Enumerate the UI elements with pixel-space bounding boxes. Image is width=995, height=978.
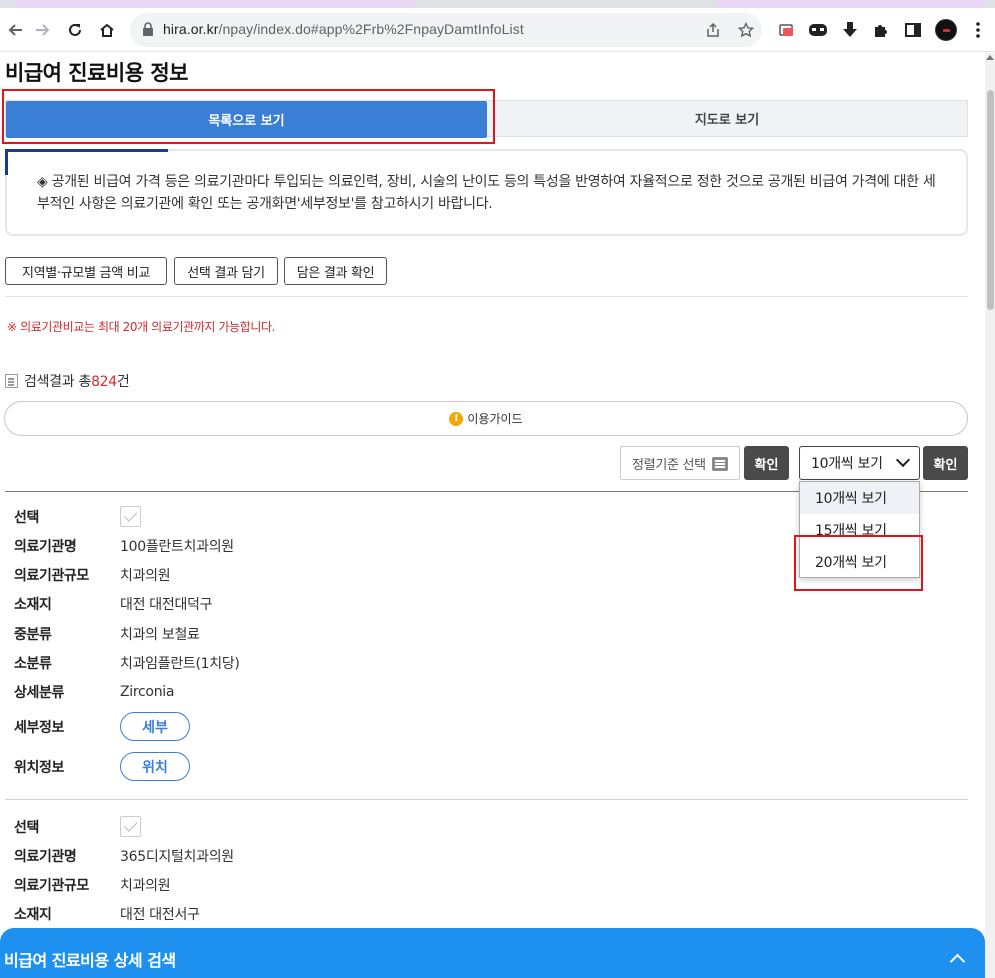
sort-placeholder: 정렬기준 선택: [632, 457, 706, 473]
field-label: 의료기관명: [14, 538, 77, 555]
field-label: 위치정보: [14, 759, 64, 776]
chevron-down-icon: [895, 452, 911, 468]
exclamation-icon: !: [449, 411, 464, 426]
notice-accent: [5, 149, 168, 152]
name-row: 의료기관명 365디지털치과의원: [14, 841, 234, 870]
name-row: 의료기관명 100플란트치과의원: [14, 531, 234, 560]
hospital-location: 대전 대전대덕구: [120, 596, 213, 613]
page-size-confirm-button[interactable]: 확인: [923, 446, 968, 480]
notice-accent: [5, 149, 8, 175]
add-selection-button[interactable]: 선택 결과 담기: [174, 257, 278, 285]
dropdown-option-10[interactable]: 10개씩 보기: [800, 482, 919, 514]
url-text: hira.or.kr/npay/index.do#app%2Frb%2Fnpay…: [163, 21, 524, 37]
field-label: 상세분류: [14, 684, 64, 701]
star-icon[interactable]: [736, 20, 756, 40]
mid-category-row: 중분류 치과의 보철료: [14, 619, 200, 648]
field-label: 소재지: [14, 596, 52, 613]
sub-category: 치과임플란트(1치당): [120, 655, 240, 672]
select-row: 선택: [14, 812, 141, 841]
field-label: 선택: [14, 509, 39, 526]
view-saved-button[interactable]: 담은 결과 확인: [284, 257, 387, 285]
address-bar[interactable]: hira.or.kr/npay/index.do#app%2Frb%2Fnpay…: [130, 13, 762, 47]
location-info-row: 위치정보 위치: [14, 752, 190, 781]
detail-category: Zirconia: [120, 683, 175, 700]
field-label: 의료기관규모: [14, 567, 89, 584]
kebab-menu-icon[interactable]: [968, 20, 988, 40]
hospital-name: 365디지털치과의원: [120, 848, 234, 865]
location-row: 소재지 대전 대전서구: [14, 899, 200, 928]
profile-avatar[interactable]: [935, 19, 957, 41]
page-content: 비급여 진료비용 정보 목록으로 보기 지도로 보기 ◈ 공개된 비급여 가격 …: [0, 53, 985, 978]
detail-info-row: 세부정보 세부: [14, 712, 190, 741]
forward-arrow-icon[interactable]: [30, 18, 54, 42]
hospital-location: 대전 대전서구: [120, 906, 200, 923]
field-label: 중분류: [14, 626, 52, 643]
sub-category-row: 소분류 치과임플란트(1치당): [14, 648, 240, 677]
select-row: 선택: [14, 502, 141, 531]
hospital-scale: 치과의원: [120, 567, 171, 584]
result-prefix: 검색결과 총: [24, 374, 92, 390]
compare-button[interactable]: 지역별·규모별 금액 비교: [5, 257, 167, 285]
field-label: 의료기관규모: [14, 877, 89, 894]
guide-label: 이용가이드: [467, 412, 523, 426]
hospital-name: 100플란트치과의원: [120, 538, 234, 555]
list-icon: [712, 457, 728, 471]
result-suffix: 건: [116, 374, 130, 390]
divider: [5, 799, 968, 800]
location-row: 소재지 대전 대전대덕구: [14, 589, 213, 618]
select-checkbox[interactable]: [120, 816, 141, 837]
field-label: 세부정보: [14, 719, 64, 736]
browser-tab[interactable]: [15, 0, 415, 8]
divider: [5, 296, 968, 297]
detail-search-panel[interactable]: 비급여 진료비용 상세 검색: [0, 928, 985, 978]
document-icon: [5, 374, 18, 388]
field-label: 소분류: [14, 655, 52, 672]
highlight-box: [794, 535, 923, 591]
extension-gallery-icon[interactable]: [777, 20, 797, 40]
field-label: 의료기관명: [14, 848, 77, 865]
detail-category-row: 상세분류 Zirconia: [14, 677, 174, 706]
lock-icon: [143, 22, 153, 36]
mask-extension-icon[interactable]: [808, 20, 828, 40]
usage-guide-button[interactable]: ! 이용가이드: [4, 401, 968, 436]
chevron-up-icon[interactable]: [949, 953, 966, 970]
highlight-box: [2, 89, 495, 144]
share-icon[interactable]: [703, 20, 723, 40]
detail-button[interactable]: 세부: [120, 712, 190, 741]
tab-map-view[interactable]: 지도로 보기: [487, 101, 967, 136]
browser-tab[interactable]: [715, 0, 985, 8]
reload-icon[interactable]: [63, 18, 87, 42]
back-arrow-icon[interactable]: [4, 18, 28, 42]
hospital-scale: 치과의원: [120, 877, 171, 894]
scrollbar-thumb[interactable]: [987, 90, 994, 310]
page-size-select[interactable]: 10개씩 보기: [799, 446, 920, 480]
sort-confirm-button[interactable]: 확인: [744, 446, 789, 480]
notice-box: ◈ 공개된 비급여 가격 등은 의료기관마다 투입되는 의료인력, 장비, 시술…: [5, 149, 968, 236]
detail-search-title: 비급여 진료비용 상세 검색: [4, 951, 176, 970]
browser-toolbar: hira.or.kr/npay/index.do#app%2Frb%2Fnpay…: [0, 8, 995, 52]
scroll-up-arrow-icon[interactable]: [986, 55, 994, 60]
scale-row: 의료기관규모 치과의원: [14, 560, 171, 589]
puzzle-extensions-icon[interactable]: [871, 20, 891, 40]
location-button[interactable]: 위치: [120, 752, 190, 781]
page-title: 비급여 진료비용 정보: [5, 61, 189, 85]
notice-text: ◈ 공개된 비급여 가격 등은 의료기관마다 투입되는 의료인력, 장비, 시술…: [37, 174, 936, 212]
download-extension-icon[interactable]: [840, 20, 860, 40]
home-icon[interactable]: [95, 18, 119, 42]
page-size-value: 10개씩 보기: [811, 456, 883, 472]
select-checkbox[interactable]: [120, 506, 141, 527]
result-count: 검색결과 총824건: [5, 371, 130, 391]
warning-text: ※ 의료기관비교는 최대 20개 의료기관까지 가능합니다.: [7, 320, 276, 334]
side-panel-icon[interactable]: [903, 20, 923, 40]
mid-category: 치과의 보철료: [120, 626, 200, 643]
sort-select[interactable]: 정렬기준 선택: [620, 446, 740, 480]
field-label: 선택: [14, 819, 39, 836]
result-number: 824: [91, 374, 117, 390]
scale-row: 의료기관규모 치과의원: [14, 870, 171, 899]
field-label: 소재지: [14, 906, 52, 923]
